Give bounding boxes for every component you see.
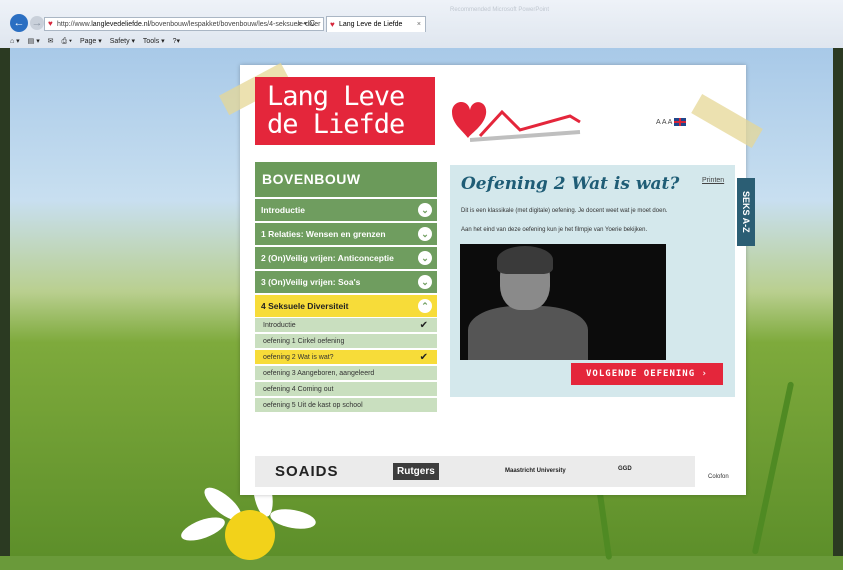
home-icon[interactable]: ⌂ ▾ bbox=[10, 38, 20, 45]
logo-line2: de Liefde bbox=[267, 109, 405, 140]
close-tab-icon[interactable]: × bbox=[417, 17, 421, 33]
video-person-body bbox=[468, 306, 588, 360]
subitem-label: oefening 2 Wat is wat? bbox=[263, 354, 334, 361]
browser-chrome: ← → ♥ http://www.langlevedeliefde.nl/bove… bbox=[0, 0, 843, 49]
section-label: 4 Seksuele Diversiteit bbox=[261, 301, 349, 311]
seks-az-tab[interactable]: SEKS A-Z bbox=[737, 178, 755, 246]
subitem-introductie[interactable]: Introductie ✔ bbox=[255, 318, 437, 333]
section-relaties[interactable]: 1 Relaties: Wensen en grenzen ⌄ bbox=[255, 223, 437, 245]
url-domain: langlevedeliefde.nl bbox=[91, 21, 150, 28]
subitem-label: oefening 4 Coming out bbox=[263, 386, 334, 393]
tools-menu[interactable]: Tools ▾ bbox=[143, 38, 165, 45]
subitem-oefening-4[interactable]: oefening 4 Coming out bbox=[255, 382, 437, 397]
left-edge bbox=[0, 48, 10, 556]
subitem-oefening-3[interactable]: oefening 3 Aangeboren, aangeleerd bbox=[255, 366, 437, 381]
print-link[interactable]: Printen bbox=[702, 177, 724, 184]
font-sizes[interactable]: A A A bbox=[656, 119, 672, 126]
colofon-link[interactable]: Colofon bbox=[708, 474, 729, 480]
right-edge bbox=[833, 48, 843, 556]
chevron-down-icon[interactable]: ⌄ bbox=[418, 203, 432, 217]
logo-line1: Lang Leve bbox=[267, 81, 405, 112]
faint-bar-text: Recommended Microsoft PowerPoint bbox=[450, 7, 550, 13]
exercise-title: Oefening 2 Wat is wat? bbox=[461, 174, 680, 194]
subitem-oefening-5[interactable]: oefening 5 Uit de kast op school bbox=[255, 398, 437, 413]
subitem-oefening-1[interactable]: oefening 1 Cirkel oefening bbox=[255, 334, 437, 349]
section-soas[interactable]: 3 (On)Veilig vrijen: Soa's ⌄ bbox=[255, 271, 437, 293]
address-tools[interactable]: ⌕ ▾ C bbox=[297, 17, 315, 31]
url-path: /bovenbouw/lespakket/bovenbouw/les/4-sek… bbox=[149, 21, 321, 28]
chevron-down-icon[interactable]: ⌄ bbox=[418, 275, 432, 289]
checkmark-icon: ✔ bbox=[419, 320, 428, 331]
address-bar[interactable]: ♥ http://www.langlevedeliefde.nl/bovenbou… bbox=[44, 17, 324, 31]
uk-flag-icon[interactable] bbox=[673, 118, 686, 126]
url-prefix: http://www. bbox=[57, 21, 92, 28]
section-label: Introductie bbox=[261, 205, 305, 215]
subitem-oefening-2[interactable]: oefening 2 Wat is wat? ✔ bbox=[255, 350, 437, 365]
section-anticonceptie[interactable]: 2 (On)Veilig vrijen: Anticonceptie ⌄ bbox=[255, 247, 437, 269]
subitem-label: oefening 3 Aangeboren, aangeleerd bbox=[263, 370, 375, 377]
soaids-logo[interactable]: SOAIDS bbox=[275, 463, 339, 480]
rutgers-logo[interactable]: Rutgers bbox=[393, 463, 439, 480]
section-label: 1 Relaties: Wensen en grenzen bbox=[261, 229, 386, 239]
checkmark-icon: ✔ bbox=[419, 352, 428, 363]
subitem-label: oefening 1 Cirkel oefening bbox=[263, 338, 345, 345]
section-label: 2 (On)Veilig vrijen: Anticonceptie bbox=[261, 253, 394, 263]
tab-favicon-icon: ♥ bbox=[330, 20, 335, 29]
subitem-label: oefening 5 Uit de kast op school bbox=[263, 402, 363, 409]
heart-lounger-icon bbox=[452, 101, 581, 142]
safety-menu[interactable]: Safety ▾ bbox=[110, 38, 135, 45]
video-player[interactable] bbox=[460, 244, 666, 360]
tab-active[interactable]: ♥ Lang Leve de Liefde × bbox=[326, 16, 426, 32]
feeds-icon[interactable]: ▤ ▾ bbox=[28, 38, 40, 45]
chevron-down-icon[interactable]: ⌄ bbox=[418, 227, 432, 241]
section-seksuele-diversiteit[interactable]: 4 Seksuele Diversiteit ⌃ bbox=[255, 295, 437, 317]
sidebar-title: BOVENBOUW bbox=[255, 162, 437, 197]
command-bar: ⌂ ▾ ▤ ▾ ✉ ⎙ ▾ Page ▾ Safety ▾ Tools ▾ ?▾ bbox=[10, 37, 186, 46]
chevron-up-icon[interactable]: ⌃ bbox=[418, 299, 432, 313]
print-icon[interactable]: ⎙ ▾ bbox=[62, 38, 73, 45]
video-person-hair bbox=[497, 246, 553, 274]
section-introductie[interactable]: Introductie ⌄ bbox=[255, 199, 437, 221]
mail-icon[interactable]: ✉ bbox=[48, 38, 54, 45]
exercise-text-2: Aan het eind van deze oefening kun je he… bbox=[461, 227, 648, 233]
page-menu[interactable]: Page ▾ bbox=[80, 38, 102, 45]
ggd-logo[interactable]: GGD bbox=[618, 466, 632, 472]
back-button[interactable]: ← bbox=[10, 14, 28, 32]
next-exercise-button[interactable]: VOLGENDE OEFENING › bbox=[571, 363, 723, 385]
site-logo[interactable]: Lang Leve de Liefde bbox=[255, 77, 435, 145]
site-favicon-icon: ♥ bbox=[48, 19, 53, 28]
exercise-text-1: Dit is een klassikale (met digitale) oef… bbox=[461, 208, 668, 214]
font-size-switch[interactable]: A A A bbox=[656, 118, 686, 126]
maastricht-university-logo[interactable]: Maastricht University bbox=[505, 468, 566, 474]
forward-button[interactable]: → bbox=[30, 16, 44, 30]
help-menu[interactable]: ?▾ bbox=[173, 38, 180, 45]
tab-title: Lang Leve de Liefde bbox=[339, 21, 403, 28]
subitem-label: Introductie bbox=[263, 322, 296, 329]
section-label: 3 (On)Veilig vrijen: Soa's bbox=[261, 277, 361, 287]
chevron-down-icon[interactable]: ⌄ bbox=[418, 251, 432, 265]
